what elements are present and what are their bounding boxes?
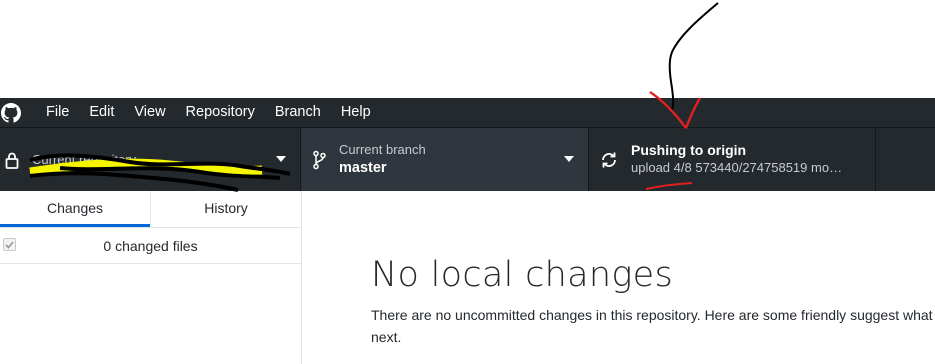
menu-view[interactable]: View	[124, 98, 175, 127]
branch-selector[interactable]: Current branch master	[301, 128, 589, 191]
checkbox-check-icon	[5, 240, 14, 249]
changes-sidebar: Changes History 0 changed files	[0, 191, 302, 364]
github-logo-icon	[1, 102, 23, 124]
menu-bar: File Edit View Repository Branch Help	[0, 98, 935, 127]
select-all-checkbox[interactable]	[3, 238, 16, 251]
menu-file[interactable]: File	[37, 98, 79, 127]
tab-bar: Changes History	[0, 191, 301, 228]
git-branch-icon	[307, 148, 331, 172]
page-title: No local changes	[371, 255, 674, 295]
push-progress-text: upload 4/8 573440/274758519 mo…	[631, 159, 843, 175]
repository-label: Current repository	[32, 151, 137, 167]
push-progress-button[interactable]: Pushing to origin upload 4/8 573440/2747…	[589, 128, 876, 191]
blank-slate: No local changes There are no uncommitte…	[302, 191, 935, 364]
lock-icon	[0, 148, 24, 172]
repository-selector[interactable]: Current repository	[0, 128, 301, 191]
push-title: Pushing to origin	[631, 141, 747, 158]
blank-slate-description: There are no uncommitted changes in this…	[371, 307, 935, 345]
changed-files-count: 0 changed files	[103, 237, 198, 254]
menu-repository[interactable]: Repository	[176, 98, 265, 127]
caret-down-icon	[276, 156, 286, 162]
menu-help[interactable]: Help	[331, 98, 381, 127]
push-text: Pushing to origin upload 4/8 573440/2747…	[631, 142, 842, 178]
toolbar: Current repository Current branch master…	[0, 127, 935, 191]
tab-history[interactable]: History	[150, 191, 301, 227]
annotation-black-line	[668, 2, 719, 111]
tab-changes[interactable]: Changes	[0, 191, 150, 227]
menu-edit[interactable]: Edit	[79, 98, 124, 127]
repository-text: Current repository	[32, 152, 136, 168]
sync-icon	[597, 148, 621, 172]
caret-down-icon	[564, 156, 574, 162]
changes-list-header: 0 changed files	[0, 228, 301, 264]
menu-branch[interactable]: Branch	[265, 98, 331, 127]
branch-text: Current branch master	[339, 142, 426, 178]
branch-label: Current branch	[339, 141, 426, 157]
branch-name: master	[339, 159, 387, 176]
